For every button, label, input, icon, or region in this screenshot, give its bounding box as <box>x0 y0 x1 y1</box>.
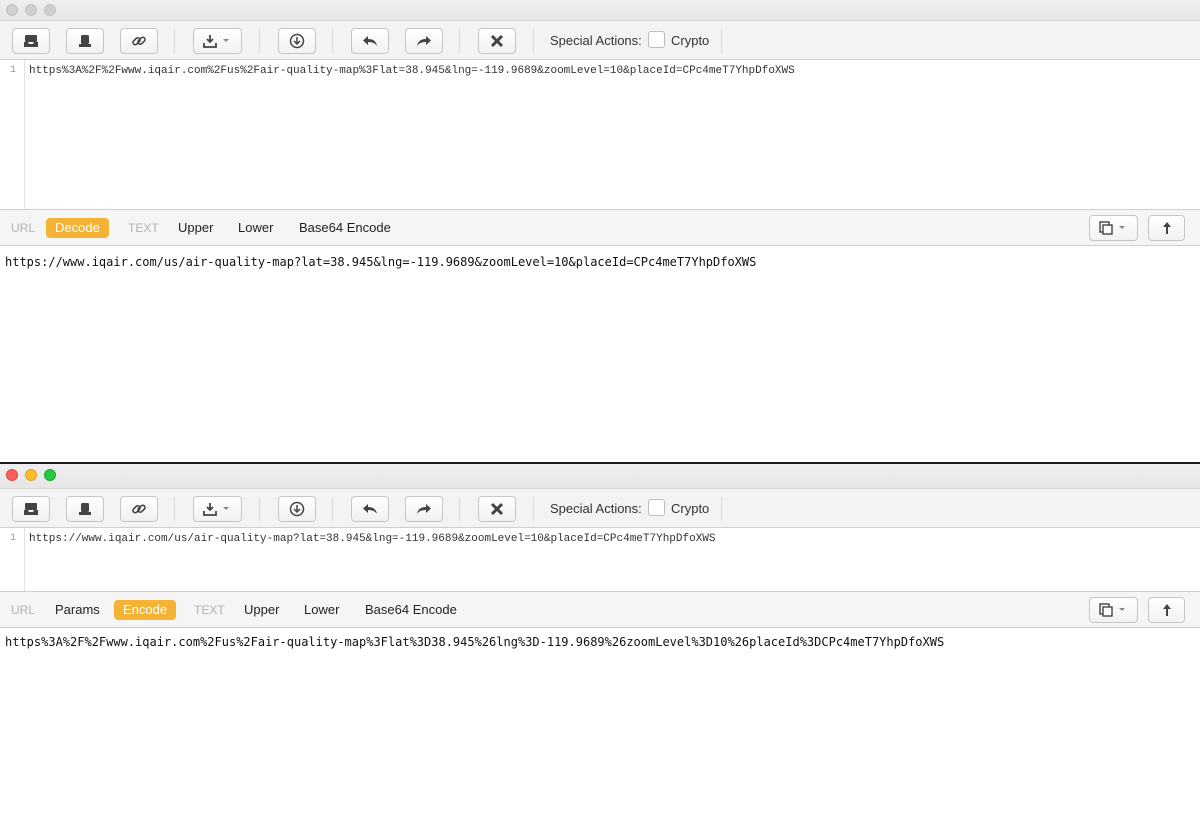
zoom-window-button[interactable] <box>44 469 56 481</box>
minimize-window-button[interactable] <box>25 469 37 481</box>
promote-up-button[interactable] <box>1148 215 1185 241</box>
download-button[interactable] <box>278 28 316 54</box>
line-number: 1 <box>10 65 17 76</box>
undo-arrow-icon <box>363 36 377 46</box>
window-decode: Special Actions: Crypto 1 https%3A%2F%2F… <box>0 0 1200 464</box>
mode-encode[interactable]: Encode <box>114 600 177 620</box>
crypto-checkbox[interactable] <box>648 499 665 516</box>
minimize-window-button[interactable] <box>25 4 37 16</box>
copy-menu-icon <box>1098 603 1125 617</box>
line-number: 1 <box>10 533 17 544</box>
mode-lower[interactable]: Lower <box>238 218 273 238</box>
title-bar <box>0 464 1200 488</box>
redo-button[interactable] <box>405 496 443 522</box>
promote-up-button[interactable] <box>1148 597 1185 623</box>
input-editor[interactable]: 1 https%3A%2F%2Fwww.iqair.com%2Fus%2Fair… <box>0 60 1200 210</box>
inbox-tray-icon <box>24 35 38 47</box>
mode-lower[interactable]: Lower <box>304 600 339 620</box>
crypto-checkbox[interactable] <box>648 31 665 48</box>
mode-params[interactable]: Params <box>55 600 100 620</box>
close-window-button[interactable] <box>6 4 18 16</box>
input-text[interactable]: https%3A%2F%2Fwww.iqair.com%2Fus%2Fair-q… <box>29 65 795 77</box>
stamp-button[interactable] <box>66 496 104 522</box>
promote-up-arrow-icon <box>1162 222 1171 234</box>
clear-button[interactable] <box>478 28 516 54</box>
redo-arrow-icon <box>417 36 431 46</box>
line-gutter: 1 <box>0 528 25 591</box>
clear-x-icon <box>490 34 504 48</box>
crypto-label: Crypto <box>671 33 710 48</box>
special-actions-label: Special Actions: <box>550 501 642 516</box>
mode-url[interactable]: URL <box>11 600 35 620</box>
copy-menu-icon <box>1098 221 1125 235</box>
mode-bar: URL Params Encode TEXT Upper Lower Base6… <box>0 592 1200 628</box>
inbox-button[interactable] <box>12 496 50 522</box>
download-menu-icon <box>202 35 229 48</box>
zoom-window-button[interactable] <box>44 4 56 16</box>
download-menu-button[interactable] <box>193 28 242 54</box>
redo-arrow-icon <box>417 504 431 514</box>
toolbar: Special Actions: Crypto <box>0 488 1200 528</box>
download-menu-button[interactable] <box>193 496 242 522</box>
link-button[interactable] <box>120 496 158 522</box>
mode-text[interactable]: TEXT <box>128 218 159 238</box>
undo-button[interactable] <box>351 28 389 54</box>
input-editor[interactable]: 1 https://www.iqair.com/us/air-quality-m… <box>0 528 1200 592</box>
output-area[interactable]: https://www.iqair.com/us/air-quality-map… <box>0 246 1200 461</box>
clear-button[interactable] <box>478 496 516 522</box>
download-menu-icon <box>202 503 229 516</box>
mode-url[interactable]: URL <box>11 218 35 238</box>
input-text[interactable]: https://www.iqair.com/us/air-quality-map… <box>29 533 716 545</box>
clear-x-icon <box>490 502 504 516</box>
inbox-button[interactable] <box>12 28 50 54</box>
window-controls <box>6 469 56 481</box>
crypto-label: Crypto <box>671 501 710 516</box>
download-circle-icon <box>289 33 305 49</box>
title-bar <box>0 0 1200 20</box>
stamp-icon <box>79 503 91 515</box>
mode-bar: URL Decode TEXT Upper Lower Base64 Encod… <box>0 210 1200 246</box>
close-window-button[interactable] <box>6 469 18 481</box>
special-actions-label: Special Actions: <box>550 33 642 48</box>
stamp-icon <box>79 35 91 47</box>
link-button[interactable] <box>120 28 158 54</box>
copy-menu-button[interactable] <box>1089 215 1138 241</box>
link-icon <box>132 504 146 514</box>
mode-upper[interactable]: Upper <box>178 218 213 238</box>
output-text[interactable]: https%3A%2F%2Fwww.iqair.com%2Fus%2Fair-q… <box>5 635 944 649</box>
undo-arrow-icon <box>363 504 377 514</box>
download-circle-icon <box>289 501 305 517</box>
inbox-tray-icon <box>24 503 38 515</box>
promote-up-arrow-icon <box>1162 604 1171 616</box>
toolbar: Special Actions: Crypto <box>0 20 1200 60</box>
window-encode: Special Actions: Crypto 1 https://www.iq… <box>0 464 1200 816</box>
mode-text[interactable]: TEXT <box>194 600 225 620</box>
output-text[interactable]: https://www.iqair.com/us/air-quality-map… <box>5 255 756 269</box>
output-area[interactable]: https%3A%2F%2Fwww.iqair.com%2Fus%2Fair-q… <box>0 628 1200 808</box>
mode-base64-encode[interactable]: Base64 Encode <box>365 600 457 620</box>
redo-button[interactable] <box>405 28 443 54</box>
mode-decode[interactable]: Decode <box>46 218 109 238</box>
window-controls <box>6 4 56 16</box>
download-button[interactable] <box>278 496 316 522</box>
stamp-button[interactable] <box>66 28 104 54</box>
line-gutter: 1 <box>0 60 25 209</box>
undo-button[interactable] <box>351 496 389 522</box>
link-icon <box>132 36 146 46</box>
mode-base64-encode[interactable]: Base64 Encode <box>299 218 391 238</box>
mode-upper[interactable]: Upper <box>244 600 279 620</box>
copy-menu-button[interactable] <box>1089 597 1138 623</box>
